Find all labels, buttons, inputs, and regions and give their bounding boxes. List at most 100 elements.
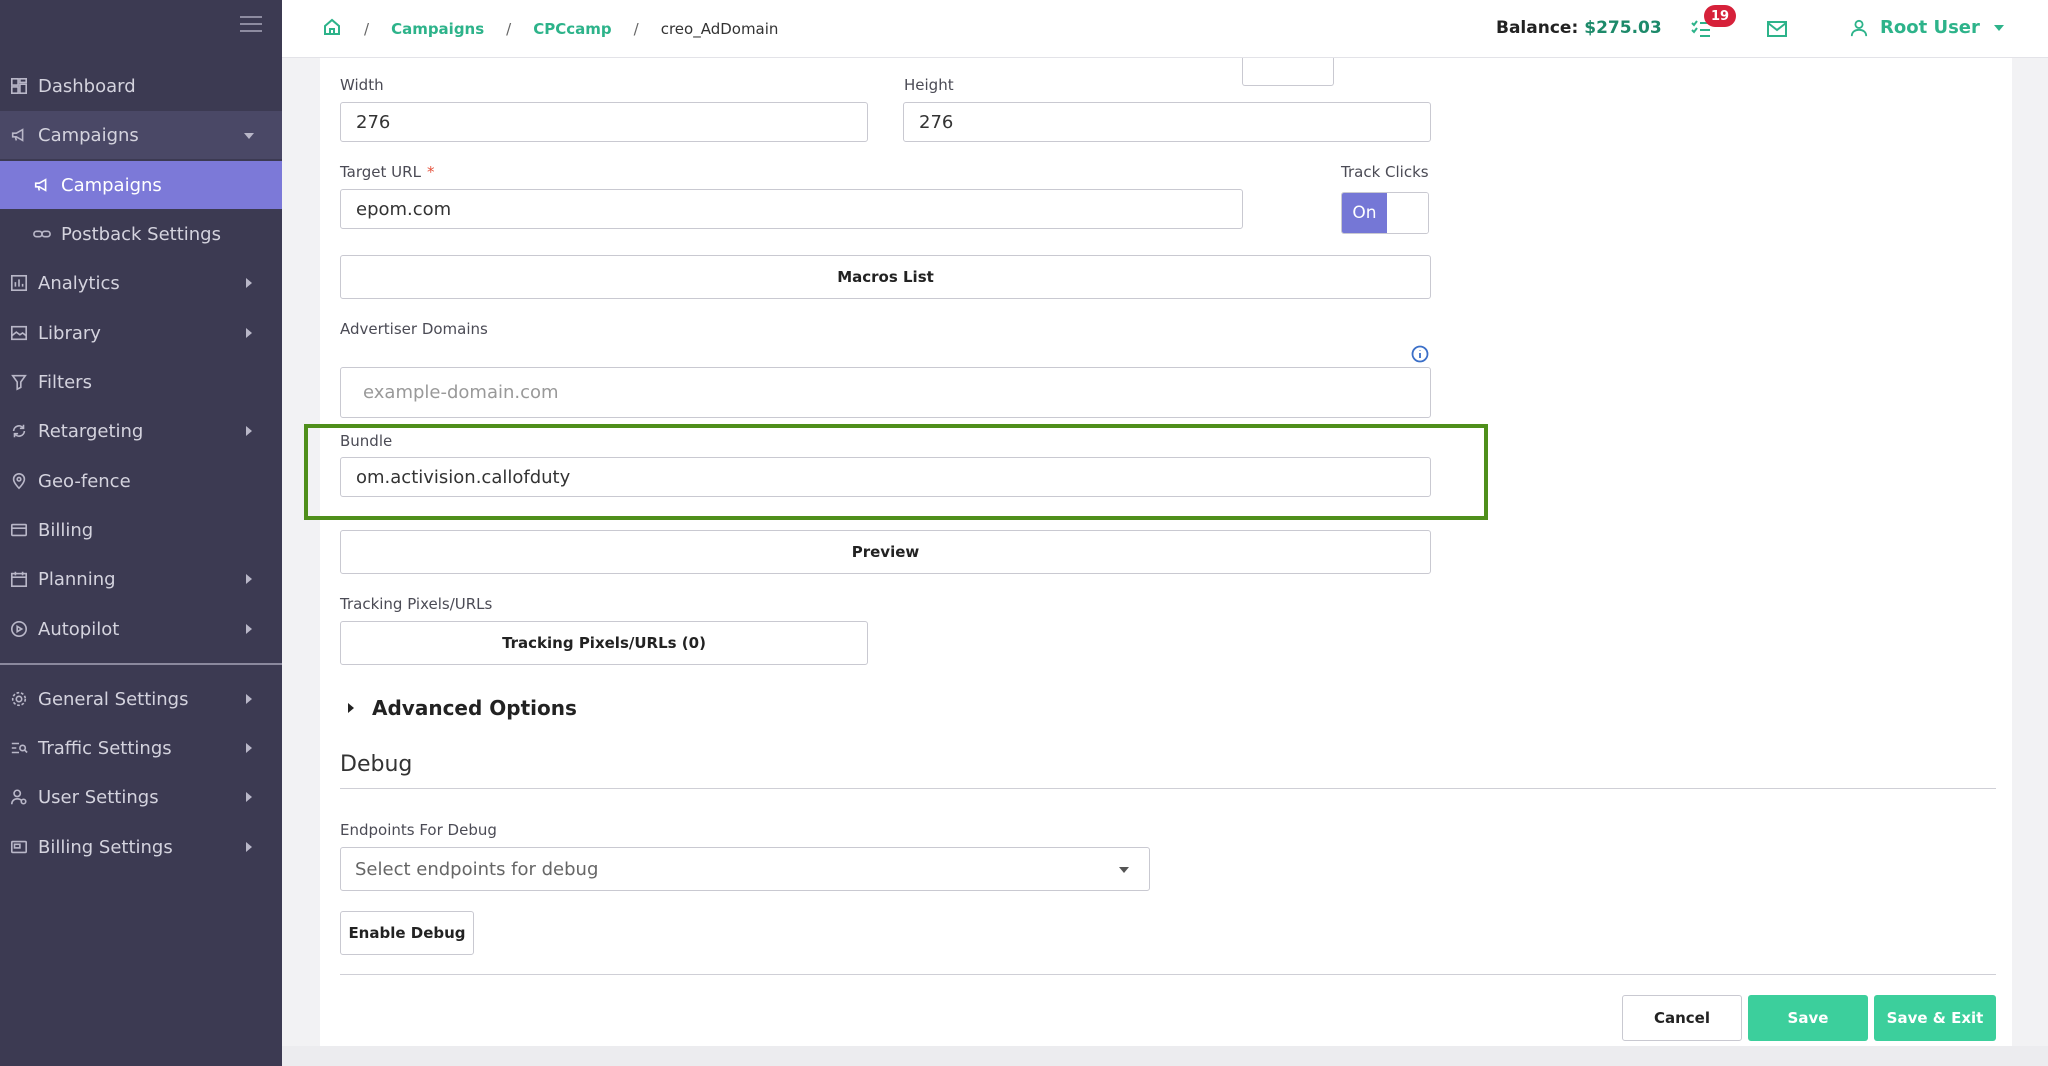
sidebar-item-label: Billing Settings	[38, 836, 173, 858]
sidebar-item-label: Dashboard	[38, 75, 136, 97]
chevron-right-icon	[246, 328, 252, 338]
debug-divider	[340, 788, 1996, 789]
sidebar-item-label: Billing	[38, 519, 94, 541]
save-exit-button[interactable]: Save & Exit	[1874, 995, 1996, 1041]
save-button[interactable]: Save	[1748, 995, 1868, 1041]
user-menu[interactable]: Root User	[1850, 17, 2004, 38]
caret-right-icon	[348, 703, 354, 713]
sidebar-item-label: Planning	[38, 568, 116, 590]
sidebar-item-user-settings[interactable]: User Settings	[0, 773, 282, 821]
endpoints-placeholder: Select endpoints for debug	[355, 858, 599, 880]
toggle-off-area	[1387, 193, 1428, 233]
breadcrumb-campaigns[interactable]: Campaigns	[391, 20, 484, 38]
filter-icon	[9, 372, 29, 392]
sidebar-item-analytics[interactable]: Analytics	[0, 259, 282, 307]
mail-icon[interactable]	[1766, 18, 1788, 44]
sidebar-divider	[0, 663, 282, 665]
credit-card-icon	[9, 520, 29, 540]
calendar-icon	[9, 569, 29, 589]
sidebar-item-label: General Settings	[38, 688, 189, 710]
width-label: Width	[340, 76, 384, 94]
chevron-right-icon	[246, 743, 252, 753]
sidebar: Dashboard Campaigns Campaigns Postback S…	[0, 0, 282, 1066]
chevron-right-icon	[246, 278, 252, 288]
advanced-options-label: Advanced Options	[372, 696, 577, 720]
sidebar-item-label: Autopilot	[38, 618, 120, 640]
info-icon[interactable]	[1411, 345, 1429, 363]
track-clicks-label: Track Clicks	[1341, 163, 1429, 181]
advanced-options-toggle[interactable]: Advanced Options	[326, 696, 577, 720]
sidebar-item-label: Traffic Settings	[38, 737, 172, 759]
sidebar-item-geo-fence[interactable]: Geo-fence	[0, 457, 282, 505]
play-circle-icon	[9, 619, 29, 639]
sidebar-item-label: Geo-fence	[38, 470, 131, 492]
top-bar: / Campaigns / CPCcamp / creo_AdDomain Ba…	[282, 0, 2048, 58]
track-clicks-toggle[interactable]: On	[1341, 192, 1429, 234]
sidebar-item-planning[interactable]: Planning	[0, 555, 282, 603]
width-input[interactable]: 276	[340, 102, 868, 142]
sidebar-item-label: Library	[38, 322, 101, 344]
gear-icon	[9, 689, 29, 709]
breadcrumb-campaign[interactable]: CPCcamp	[533, 20, 611, 38]
enable-debug-button[interactable]: Enable Debug	[340, 911, 474, 955]
height-label: Height	[904, 76, 954, 94]
sidebar-item-autopilot[interactable]: Autopilot	[0, 605, 282, 653]
cancel-button[interactable]: Cancel	[1622, 995, 1742, 1041]
billing-settings-icon	[9, 837, 29, 857]
megaphone-icon	[32, 175, 52, 195]
bundle-input[interactable]: om.activision.callofduty	[340, 457, 1431, 497]
sidebar-item-postback-settings[interactable]: Postback Settings	[0, 210, 282, 258]
traffic-icon	[9, 738, 29, 758]
breadcrumb: / Campaigns / CPCcamp / creo_AdDomain	[322, 0, 778, 58]
macros-list-button[interactable]: Macros List	[340, 255, 1431, 299]
toggle-on-label: On	[1342, 193, 1387, 233]
user-settings-icon	[9, 787, 29, 807]
tracking-pixels-button[interactable]: Tracking Pixels/URLs (0)	[340, 621, 868, 665]
sidebar-item-campaigns-group[interactable]: Campaigns	[0, 111, 282, 159]
breadcrumb-separator: /	[633, 20, 639, 38]
sidebar-item-label: Campaigns	[38, 124, 139, 146]
chevron-right-icon	[246, 426, 252, 436]
chevron-down-icon	[1993, 24, 2004, 31]
advertiser-domains-label: Advertiser Domains	[340, 320, 488, 338]
breadcrumb-separator: /	[506, 20, 512, 38]
sidebar-item-traffic-settings[interactable]: Traffic Settings	[0, 724, 282, 772]
sidebar-item-label: Campaigns	[61, 174, 162, 196]
endpoints-label: Endpoints For Debug	[340, 821, 497, 839]
sidebar-item-label: Retargeting	[38, 420, 144, 442]
balance-value: $275.03	[1584, 18, 1662, 38]
chevron-right-icon	[246, 624, 252, 634]
dashboard-icon	[9, 76, 29, 96]
sidebar-item-general-settings[interactable]: General Settings	[0, 675, 282, 723]
sidebar-item-library[interactable]: Library	[0, 309, 282, 357]
menu-toggle-icon[interactable]	[240, 16, 262, 34]
target-url-input[interactable]: epom.com	[340, 189, 1243, 229]
home-icon[interactable]	[322, 17, 342, 41]
user-name: Root User	[1880, 17, 1980, 38]
map-pin-icon	[9, 471, 29, 491]
sidebar-item-retargeting[interactable]: Retargeting	[0, 407, 282, 455]
sidebar-item-filters[interactable]: Filters	[0, 358, 282, 406]
sidebar-item-campaigns[interactable]: Campaigns	[0, 161, 282, 209]
endpoints-select[interactable]: Select endpoints for debug	[340, 847, 1150, 891]
bundle-label: Bundle	[340, 432, 393, 450]
sidebar-item-billing-settings[interactable]: Billing Settings	[0, 823, 282, 871]
sidebar-item-label: Filters	[38, 371, 92, 393]
retargeting-icon	[9, 421, 29, 441]
sidebar-item-billing[interactable]: Billing	[0, 506, 282, 554]
chevron-right-icon	[246, 694, 252, 704]
breadcrumb-current: creo_AdDomain	[660, 20, 779, 38]
sidebar-item-label: Analytics	[38, 272, 120, 294]
balance-display: Balance: $275.03	[1496, 18, 1662, 38]
notification-badge: 19	[1704, 5, 1736, 27]
advertiser-domains-input[interactable]: example-domain.com	[340, 367, 1431, 418]
debug-section-title: Debug	[340, 752, 413, 777]
partial-field	[1242, 58, 1334, 86]
creative-form: Width 276 Height 276 Target URL * epom.co…	[304, 58, 2012, 1066]
sidebar-item-dashboard[interactable]: Dashboard	[0, 62, 282, 110]
user-icon	[1850, 19, 1868, 36]
preview-button[interactable]: Preview	[340, 530, 1431, 574]
footer-divider	[340, 974, 1996, 975]
height-input[interactable]: 276	[903, 102, 1431, 142]
analytics-icon	[9, 273, 29, 293]
